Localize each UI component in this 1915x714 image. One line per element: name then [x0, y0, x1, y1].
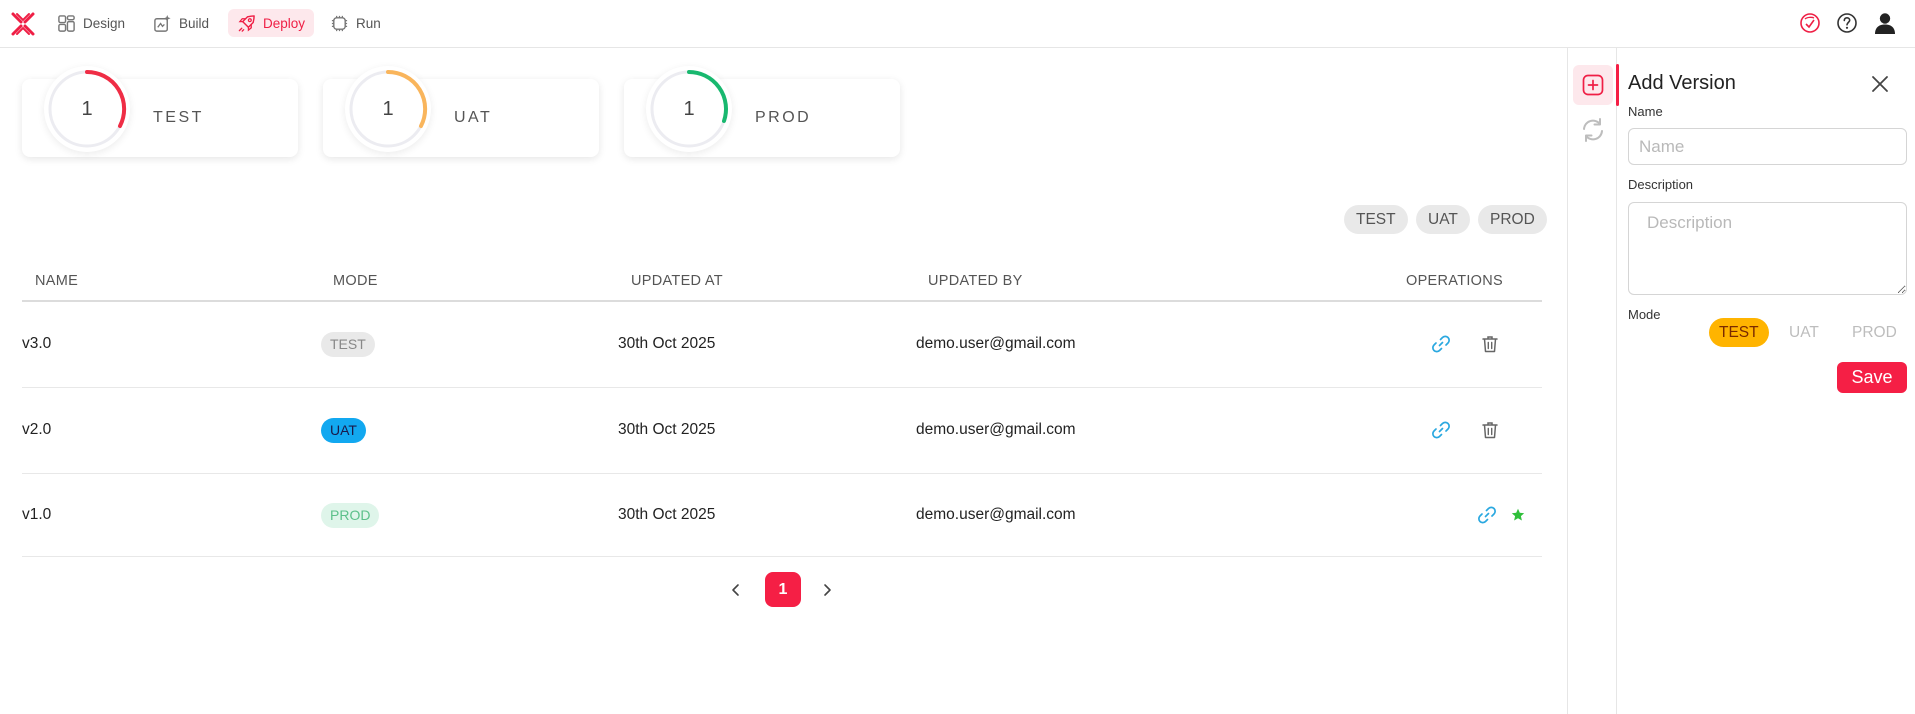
- stat-card-prod: 1 PROD: [624, 66, 900, 157]
- trash-icon[interactable]: [1479, 419, 1501, 441]
- close-icon[interactable]: [1868, 72, 1892, 96]
- mode-badge-test: TEST: [321, 332, 375, 357]
- column-header-name: NAME: [35, 273, 79, 289]
- side-icon-rail: [1567, 48, 1619, 714]
- active-tab-indicator: [1616, 64, 1619, 106]
- row-divider: [22, 387, 1542, 388]
- row-divider: [22, 473, 1542, 474]
- row-updated-by: demo.user@gmail.com: [916, 506, 1076, 523]
- link-icon[interactable]: [1430, 333, 1452, 355]
- progress-ring: 1: [44, 66, 130, 152]
- description-input[interactable]: [1628, 202, 1907, 295]
- row-divider: [22, 556, 1542, 557]
- nav-item-run[interactable]: Run: [321, 9, 390, 37]
- mode-badge-prod: PROD: [321, 503, 380, 528]
- description-label: Description: [1628, 177, 1694, 192]
- build-icon: [154, 14, 171, 32]
- column-header-operations: OPERATIONS: [1406, 273, 1503, 289]
- nav-label-design: Design: [83, 15, 126, 31]
- row-updated-at: 30th Oct 2025: [618, 421, 716, 438]
- row-updated-at: 30th Oct 2025: [618, 335, 716, 352]
- run-icon: [331, 15, 348, 31]
- row-name: v1.0: [22, 506, 52, 523]
- stat-count: 1: [683, 98, 695, 120]
- stat-label: UAT: [454, 109, 493, 126]
- progress-ring: 1: [646, 66, 732, 152]
- app-logo[interactable]: [10, 11, 36, 37]
- refresh-icon: [1583, 118, 1603, 142]
- stat-label: PROD: [755, 109, 812, 126]
- table-header-divider: [22, 300, 1542, 302]
- row-updated-at: 30th Oct 2025: [618, 506, 716, 523]
- rocket-icon: [238, 14, 255, 32]
- star-icon: [1507, 504, 1529, 526]
- nav-label-build: Build: [179, 15, 210, 31]
- name-label: Name: [1628, 104, 1663, 119]
- trash-icon[interactable]: [1479, 333, 1501, 355]
- stat-card-test: 1 TEST: [22, 66, 298, 157]
- nav-item-build[interactable]: Build: [144, 9, 218, 37]
- top-navigation-bar: Design Build Deploy Run: [0, 0, 1915, 48]
- nav-label-run: Run: [356, 15, 381, 31]
- filter-chip-test[interactable]: TEST: [1344, 205, 1408, 234]
- mode-option-test[interactable]: TEST: [1709, 318, 1769, 347]
- stat-card-uat: 1 UAT: [323, 66, 599, 157]
- column-header-mode: MODE: [333, 273, 378, 289]
- deploy-status-icon[interactable]: [1797, 10, 1823, 36]
- refresh-tab[interactable]: [1573, 110, 1613, 150]
- help-icon[interactable]: [1834, 10, 1860, 36]
- pagination-page-current[interactable]: 1: [765, 572, 801, 607]
- stat-label: TEST: [153, 109, 204, 126]
- stat-count: 1: [382, 98, 394, 120]
- user-icon[interactable]: [1872, 10, 1898, 36]
- mode-option-prod[interactable]: PROD: [1842, 318, 1907, 347]
- plus-square-icon: [1582, 74, 1604, 96]
- stat-count: 1: [81, 98, 93, 120]
- pagination-next-icon[interactable]: [815, 578, 839, 602]
- row-name: v3.0: [22, 335, 52, 352]
- filter-chip-uat[interactable]: UAT: [1416, 205, 1470, 234]
- row-name: v2.0: [22, 421, 52, 438]
- column-header-updated-by: UPDATED BY: [928, 273, 1023, 289]
- panel-title: Add Version: [1628, 72, 1736, 94]
- nav-item-design[interactable]: Design: [48, 9, 134, 37]
- link-icon[interactable]: [1476, 504, 1498, 526]
- layout-grid-icon: [58, 14, 75, 32]
- add-version-tab[interactable]: [1573, 65, 1613, 105]
- nav-label-deploy: Deploy: [263, 15, 306, 31]
- save-button[interactable]: Save: [1837, 362, 1907, 393]
- column-header-updated-at: UPDATED AT: [631, 273, 723, 289]
- mode-label: Mode: [1628, 307, 1661, 322]
- link-icon[interactable]: [1430, 419, 1452, 441]
- row-updated-by: demo.user@gmail.com: [916, 421, 1076, 438]
- row-updated-by: demo.user@gmail.com: [916, 335, 1076, 352]
- name-input[interactable]: [1628, 128, 1907, 165]
- filter-chip-prod[interactable]: PROD: [1478, 205, 1547, 234]
- pagination-prev-icon[interactable]: [724, 578, 748, 602]
- mode-badge-uat: UAT: [321, 418, 366, 443]
- mode-option-uat[interactable]: UAT: [1779, 318, 1829, 347]
- progress-ring: 1: [345, 66, 431, 152]
- nav-item-deploy[interactable]: Deploy: [228, 9, 315, 37]
